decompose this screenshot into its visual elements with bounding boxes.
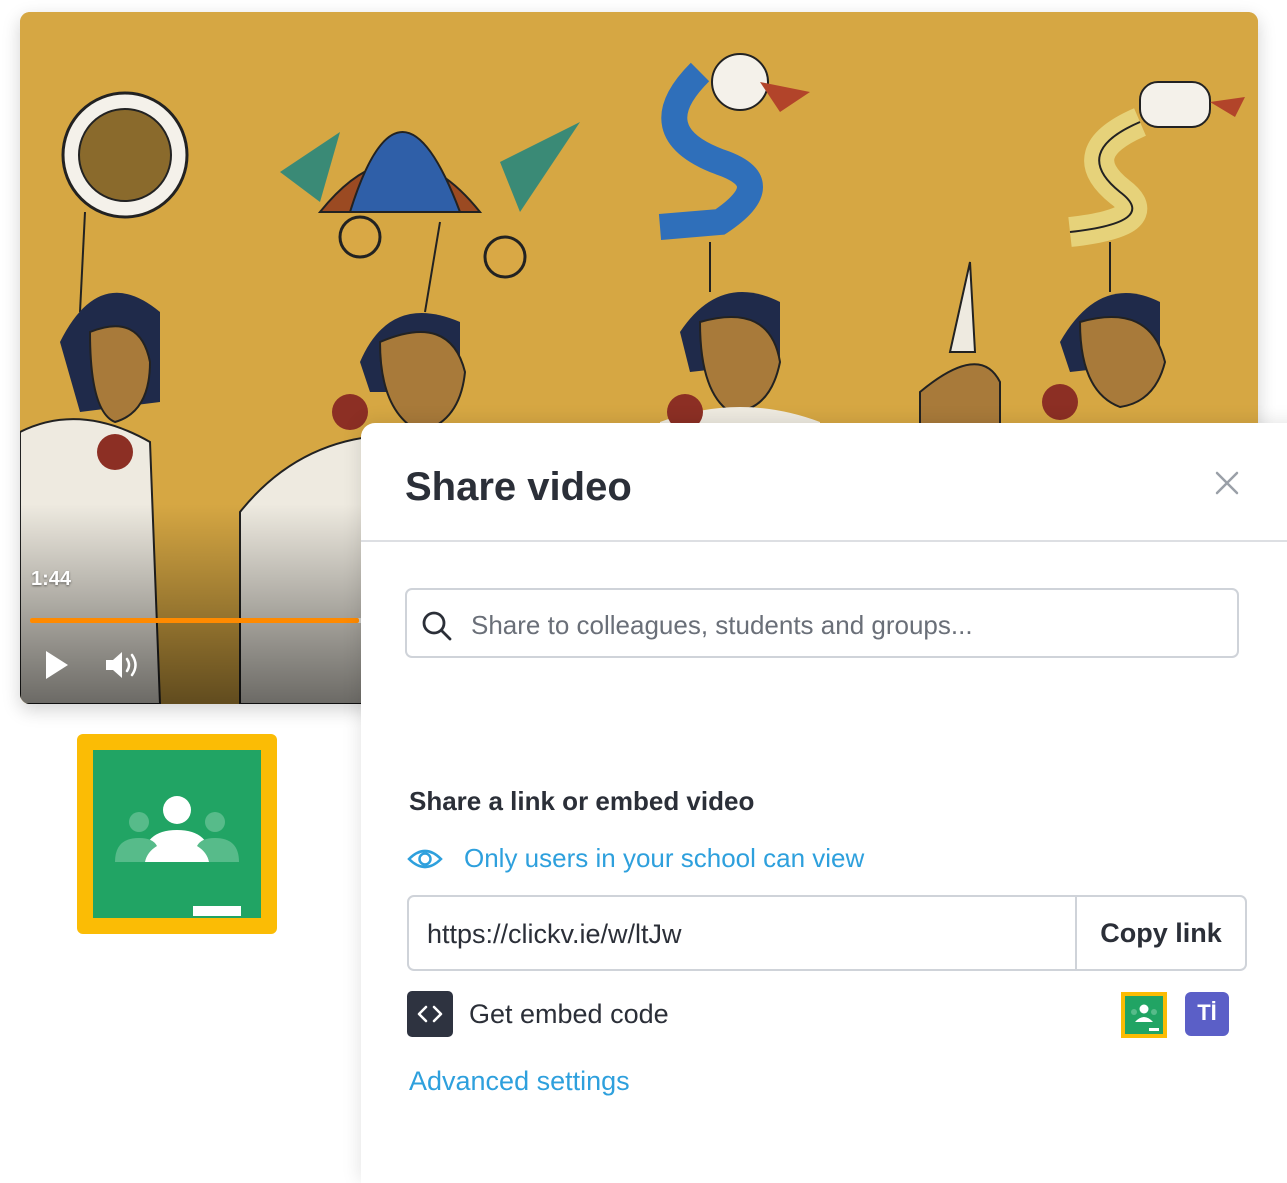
- microsoft-teams-icon: Tİ: [1197, 1000, 1217, 1025]
- copy-link-button[interactable]: Copy link: [1075, 897, 1245, 969]
- search-placeholder: Share to colleagues, students and groups…: [471, 610, 973, 640]
- microsoft-teams-share-button[interactable]: Tİ: [1185, 992, 1229, 1036]
- volume-button[interactable]: [104, 650, 142, 680]
- code-icon: [407, 991, 453, 1037]
- volume-icon: [106, 652, 137, 678]
- advanced-settings-link[interactable]: Advanced settings: [409, 1066, 630, 1097]
- google-classroom-share-button[interactable]: [1121, 992, 1167, 1038]
- close-icon: [1215, 471, 1239, 495]
- share-link-field[interactable]: https://clickv.ie/w/ltJw Copy link: [407, 895, 1247, 971]
- google-classroom-logo: [77, 734, 277, 934]
- dialog-title: Share video: [405, 465, 632, 509]
- google-classroom-icon: [1121, 992, 1167, 1038]
- play-button[interactable]: [42, 648, 72, 682]
- search-icon: [422, 611, 452, 641]
- progress-fill: [30, 618, 359, 623]
- share-search-input[interactable]: Share to colleagues, students and groups…: [405, 588, 1239, 658]
- share-link-heading: Share a link or embed video: [409, 786, 755, 816]
- visibility-text: Only users in your school can view: [464, 843, 865, 873]
- play-icon: [46, 651, 68, 679]
- current-time: 1:44: [31, 568, 72, 590]
- embed-label: Get embed code: [469, 999, 669, 1029]
- share-dialog: Share video Share to colleagues, student…: [361, 423, 1287, 1183]
- dialog-divider: [361, 540, 1287, 542]
- share-link-url[interactable]: https://clickv.ie/w/ltJw: [427, 919, 682, 950]
- eye-icon: [407, 849, 443, 869]
- close-button[interactable]: [1214, 470, 1240, 496]
